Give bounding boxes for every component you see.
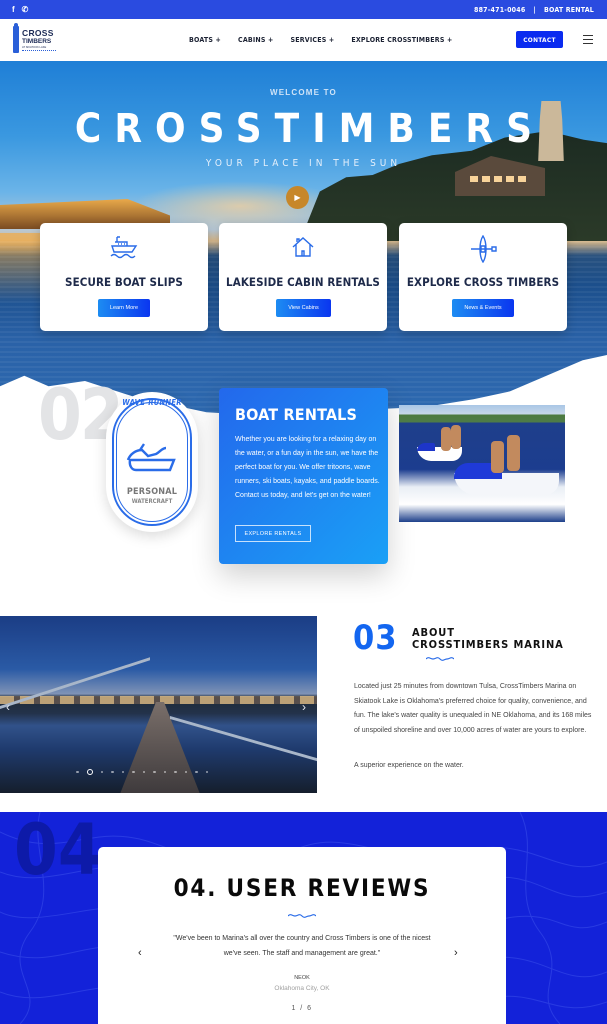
hero-title: CROSSTIMBERS: [74, 106, 546, 152]
carousel-dots: [76, 769, 208, 775]
rider: [441, 427, 451, 451]
boat-icon: [40, 235, 208, 261]
review-quote: "We've been to Marina's all over the cou…: [173, 935, 431, 957]
separator: |: [533, 6, 536, 14]
about-tagline: A superior experience on the water.: [354, 762, 464, 769]
carousel-dot[interactable]: [153, 770, 156, 774]
jet-ski-photo: [399, 405, 565, 522]
contact-button[interactable]: CONTACT: [516, 31, 563, 48]
review-next-button[interactable]: ›: [454, 947, 458, 959]
boat-rentals-card: BOAT RENTALS Whether you are looking for…: [219, 388, 388, 564]
carousel-dot[interactable]: [76, 770, 79, 774]
review-prev-button[interactable]: ‹: [138, 947, 142, 959]
carousel-prev-button[interactable]: ‹: [6, 700, 10, 714]
feature-card-explore: EXPLORE CROSS TIMBERS News & Events: [399, 223, 567, 331]
nav-item-explore[interactable]: EXPLORE CROSSTIMBERS +: [351, 36, 452, 44]
reviews-card: 04. USER REVIEWS "We've been to Marina's…: [98, 847, 506, 1024]
carousel-dot[interactable]: [184, 770, 187, 774]
lighthouse-icon: [13, 23, 19, 53]
logo-line1: CROSS: [22, 28, 54, 38]
news-events-button[interactable]: News & Events: [452, 299, 514, 317]
review-pagination: 1 / 6: [291, 1005, 313, 1012]
nav-item-cabins[interactable]: CABINS +: [238, 36, 274, 44]
hero-welcome: WELCOME TO: [270, 88, 337, 97]
rider: [507, 435, 520, 471]
badge-line1: PERSONAL: [126, 487, 178, 497]
social-links: f ✆: [12, 5, 28, 14]
carousel-dot[interactable]: [195, 770, 198, 774]
play-icon: ▶: [294, 193, 301, 202]
about-body: Located just 25 minutes from downtown Tu…: [354, 683, 592, 734]
logo-wave: [22, 50, 56, 52]
wave-runner-badge: WAVE-RUNNER PERSONAL WATERCRAFT: [106, 392, 198, 532]
about-heading-line2: CROSSTIMBERS MARINA: [412, 638, 564, 651]
nav-item-services[interactable]: SERVICES +: [291, 36, 335, 44]
logo-line3: AT SKIATOOK LAKE: [22, 46, 47, 49]
carousel-next-button[interactable]: ›: [302, 700, 306, 714]
kayak-icon: [399, 235, 567, 263]
feature-title: SECURE BOAT SLIPS: [65, 275, 183, 289]
play-video-button[interactable]: ▶: [286, 186, 309, 209]
phone-number[interactable]: 887-471-0046: [474, 6, 525, 14]
nav-menu: BOATS + CABINS + SERVICES + EXPLORE CROS…: [189, 36, 452, 44]
feature-card-boat-slips: SECURE BOAT SLIPS Learn More: [40, 223, 208, 331]
rider: [491, 441, 504, 473]
main-nav: CROSS TIMBERS AT SKIATOOK LAKE BOATS + C…: [0, 19, 607, 61]
carousel-dot[interactable]: [174, 770, 177, 774]
view-cabins-button[interactable]: View Cabins: [276, 299, 331, 317]
badge-line2: WATERCRAFT: [131, 498, 173, 505]
boat-rentals-title: BOAT RENTALS: [235, 405, 358, 424]
house-icon: [219, 235, 387, 261]
reviews-title: 04. USER REVIEWS: [173, 874, 431, 902]
feature-title: EXPLORE CROSS TIMBERS: [406, 275, 560, 289]
facebook-icon[interactable]: f: [12, 5, 15, 14]
house-lights: [470, 176, 530, 182]
boat-rental-link[interactable]: BOAT RENTAL: [544, 6, 594, 14]
feature-title: LAKESIDE CABIN RENTALS: [226, 275, 380, 289]
logo-line2: TIMBERS: [22, 38, 52, 45]
logo[interactable]: CROSS TIMBERS AT SKIATOOK LAKE: [13, 23, 63, 54]
badge-arc-text: WAVE-RUNNER: [122, 398, 182, 407]
carousel-dot-active[interactable]: [86, 769, 93, 775]
carousel-dot[interactable]: [163, 770, 166, 774]
jet-ski-back-hood: [417, 443, 435, 451]
review-author: NEOK: [294, 975, 310, 981]
jet-ski-icon: [126, 443, 176, 472]
carousel-dot[interactable]: [111, 770, 114, 774]
marina-carousel: ‹ ›: [0, 616, 317, 793]
section-number-03: 03: [353, 618, 398, 658]
railing-right: [170, 716, 317, 793]
feature-card-cabins: LAKESIDE CABIN RENTALS View Cabins: [219, 223, 387, 331]
carousel-dot[interactable]: [142, 770, 145, 774]
explore-rentals-button[interactable]: EXPLORE RENTALS: [235, 525, 311, 542]
top-bar: f ✆ 887-471-0046 | BOAT RENTAL: [0, 0, 607, 19]
review-location: Oklahoma City, OK: [274, 985, 330, 992]
nav-item-boats[interactable]: BOATS +: [189, 36, 221, 44]
squiggle-divider: [426, 657, 454, 661]
about-heading: ABOUT CROSSTIMBERS MARINA: [412, 627, 564, 661]
learn-more-button[interactable]: Learn More: [98, 299, 150, 317]
hamburger-icon[interactable]: [583, 35, 593, 44]
rider: [451, 425, 461, 449]
carousel-dot[interactable]: [132, 770, 135, 774]
carousel-dot[interactable]: [100, 770, 103, 774]
carousel-dot[interactable]: [121, 770, 124, 774]
carousel-dot[interactable]: [205, 770, 208, 774]
squiggle-divider: [288, 914, 316, 918]
boat-rentals-body: Whether you are looking for a relaxing d…: [235, 436, 380, 499]
phone-icon[interactable]: ✆: [22, 5, 29, 14]
section-number-04: 04: [14, 809, 102, 891]
hero-tagline: YOUR PLACE IN THE SUN: [205, 158, 402, 169]
